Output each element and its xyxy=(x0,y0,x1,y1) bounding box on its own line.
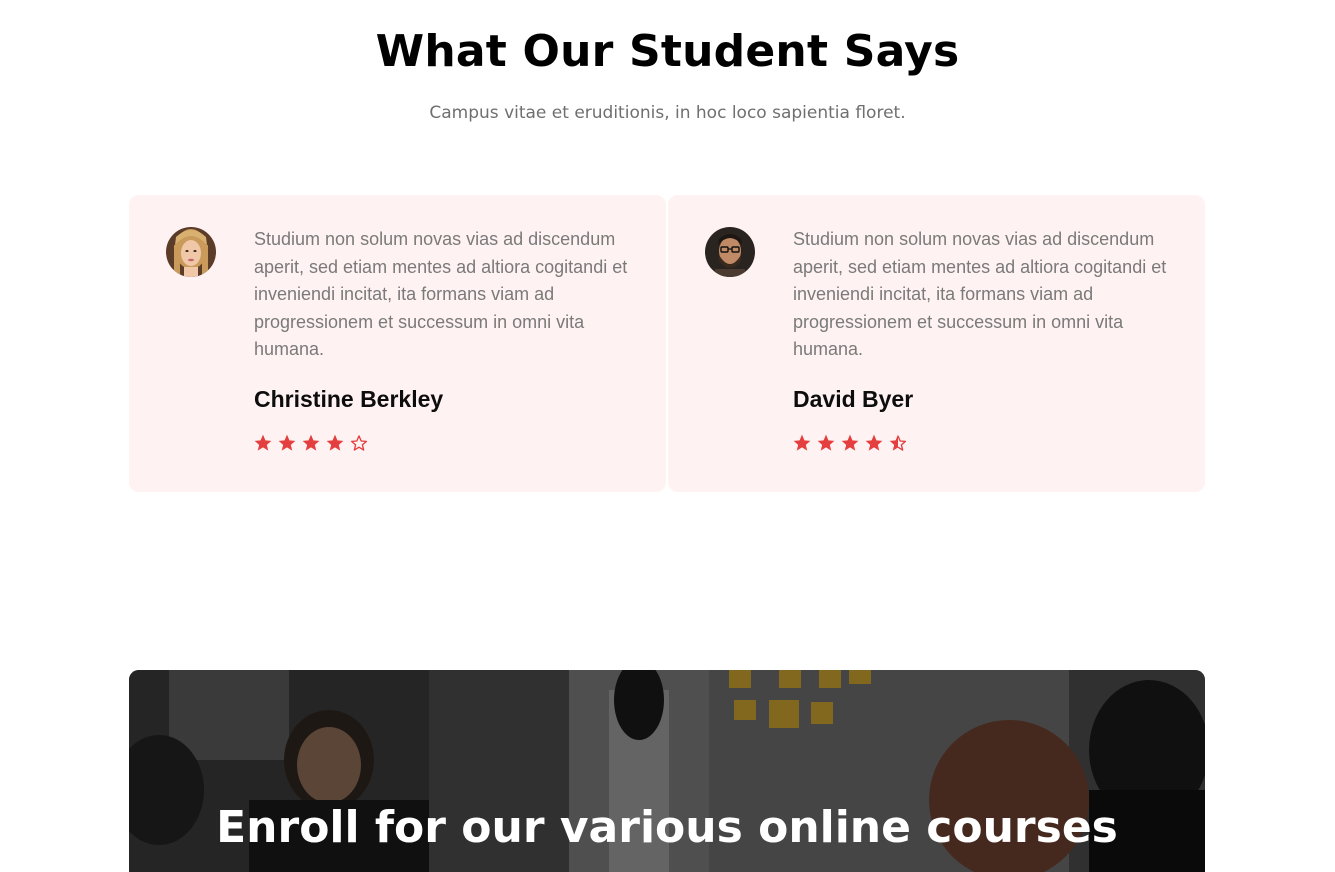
banner-title: Enroll for our various online courses xyxy=(216,802,1118,853)
star-empty-icon xyxy=(350,435,368,451)
star-full-icon xyxy=(841,434,859,451)
testimonial-author: Christine Berkley xyxy=(254,386,444,412)
star-half-icon xyxy=(889,434,907,451)
star-full-icon xyxy=(302,434,320,451)
star-full-icon xyxy=(326,434,344,451)
avatar-man-icon xyxy=(705,227,755,277)
star-full-icon xyxy=(817,434,835,451)
section-subtitle: Campus vitae et eruditionis, in hoc loco… xyxy=(429,103,906,123)
star-full-icon xyxy=(865,434,883,451)
testimonial-author: David Byer xyxy=(793,386,914,412)
testimonial-quote: Studium non solum novas vias ad discendu… xyxy=(793,229,1167,360)
testimonial-quote: Studium non solum novas vias ad discendu… xyxy=(254,229,628,360)
enroll-banner: Enroll for our various online courses xyxy=(129,670,1205,872)
testimonial-card: Studium non solum novas vias ad discendu… xyxy=(668,195,1205,492)
star-full-icon xyxy=(254,434,272,451)
testimonials-page: What Our Student Says Campus vitae et er… xyxy=(0,0,1335,872)
avatar-woman-icon xyxy=(166,227,216,277)
rating-stars xyxy=(253,433,369,453)
testimonial-card: Studium non solum novas vias ad discendu… xyxy=(129,195,666,492)
star-full-icon xyxy=(278,434,296,451)
section-title: What Our Student Says xyxy=(375,26,960,77)
star-full-icon xyxy=(793,434,811,451)
rating-stars xyxy=(792,433,908,453)
